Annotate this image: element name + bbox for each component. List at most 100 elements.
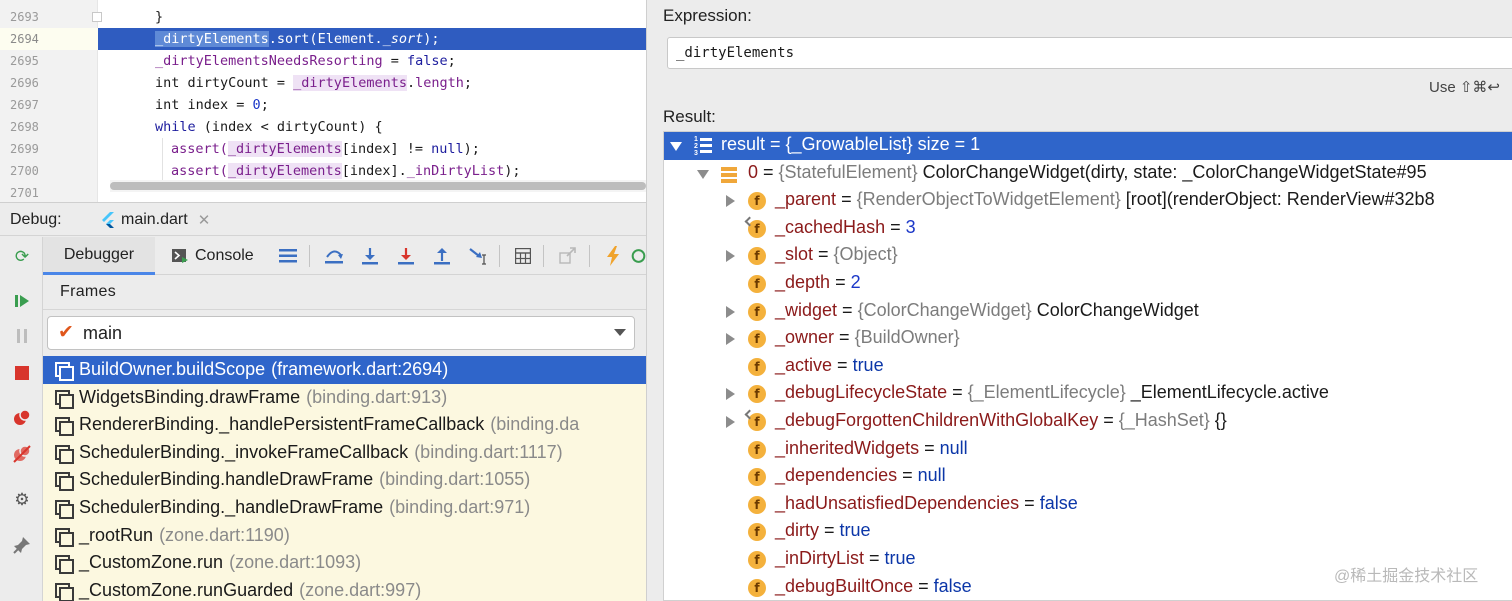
tree-node-part: =	[758, 161, 779, 182]
execution-point-line[interactable]: 2694 _dirtyElements.sort(Element._sort);	[0, 28, 646, 50]
stop-icon[interactable]	[10, 361, 34, 385]
code-line[interactable]: 2695 _dirtyElementsNeedsResorting = false…	[0, 50, 646, 72]
code-token: [index].	[341, 163, 407, 179]
code-text[interactable]: }	[155, 6, 163, 28]
code-line[interactable]: 2699 assert(_dirtyElements[index] != null…	[0, 138, 646, 160]
pin-tab-icon[interactable]	[10, 533, 34, 557]
thread-dropdown[interactable]: ✔ main	[47, 316, 635, 350]
field-icon: f	[748, 578, 766, 597]
code-text[interactable]: assert(_dirtyElements[index] != null);	[171, 138, 480, 160]
code-line[interactable]: 2698 while (index < dirtyCount) {	[0, 116, 646, 138]
chevron-right-icon[interactable]	[726, 305, 735, 318]
code-text[interactable]: while (index < dirtyCount) {	[155, 116, 383, 138]
stack-frame-icon	[55, 389, 74, 409]
step-over-icon[interactable]	[321, 243, 347, 269]
line-number[interactable]: 2695	[10, 50, 70, 72]
code-editor[interactable]: 2693} 2694 _dirtyElements.sort(Element._so…	[0, 0, 646, 202]
chevron-down-icon[interactable]	[697, 169, 709, 179]
expression-input[interactable]: _dirtyElements	[667, 37, 1512, 69]
hot-restart-icon[interactable]	[631, 243, 646, 269]
step-out-icon[interactable]	[429, 243, 455, 269]
frame-row[interactable]: _CustomZone.run (zone.dart:1093)	[43, 549, 646, 577]
tree-node[interactable]: f _debugLifecycleState = {_ElementLifecyc…	[664, 380, 1512, 408]
rerun-icon[interactable]: ⟳	[10, 245, 34, 269]
tree-node-selected[interactable]: 1 2 3 result = {_GrowableList} size = 1	[664, 132, 1512, 160]
frame-row[interactable]: _CustomZone.runGuarded (zone.dart:997)	[43, 577, 646, 601]
frame-row[interactable]: WidgetsBinding.drawFrame (binding.dart:91…	[43, 384, 646, 412]
tree-node[interactable]: f _slot = {Object}	[664, 242, 1512, 270]
code-token: _dirtyElements	[155, 31, 269, 47]
line-number[interactable]: 2693	[10, 6, 70, 28]
tree-node[interactable]: 0 = {StatefulElement} ColorChangeWidget(…	[664, 160, 1512, 188]
tree-node-part: _hadUnsatisfiedDependencies	[775, 492, 1020, 513]
chevron-down-icon[interactable]	[670, 142, 682, 151]
close-icon[interactable]: ✕	[198, 211, 211, 229]
step-into-icon[interactable]	[357, 243, 383, 269]
code-line[interactable]: 2696 int dirtyCount = _dirtyElements.leng…	[0, 72, 646, 94]
line-number[interactable]: 2701	[10, 182, 70, 202]
tree-node[interactable]: f _inheritedWidgets = null	[664, 436, 1512, 464]
line-number[interactable]: 2697	[10, 94, 70, 116]
chevron-right-icon[interactable]	[726, 388, 735, 401]
result-tree[interactable]: 1 2 3 result = {_GrowableList} size = 1 0 = …	[663, 131, 1512, 601]
code-line[interactable]: 2697 int index = 0;	[0, 94, 646, 116]
tree-node[interactable]: f _parent = {RenderObjectToWidgetElement}…	[664, 187, 1512, 215]
code-text[interactable]: assert(_dirtyElements[index]._inDirtyLis…	[171, 160, 521, 182]
code-line[interactable]: 2700 assert(_dirtyElements[index]._inDirt…	[0, 160, 646, 182]
line-number[interactable]: 2699	[10, 138, 70, 160]
code-text[interactable]: _dirtyElements.sort(Element._sort);	[155, 28, 440, 50]
frame-row[interactable]: SchedulerBinding._handleDrawFrame (bindin…	[43, 494, 646, 522]
pause-icon[interactable]	[10, 324, 34, 348]
tree-node[interactable]: f _owner = {BuildOwner}	[664, 325, 1512, 353]
line-number[interactable]: 2698	[10, 116, 70, 138]
scrollbar-thumb[interactable]	[110, 182, 646, 190]
frame-row-selected[interactable]: BuildOwner.buildScope (framework.dart:269…	[43, 356, 646, 384]
view-breakpoints-icon[interactable]	[10, 406, 34, 430]
resume-icon[interactable]	[10, 289, 34, 313]
debug-session-tab[interactable]: main.dart ✕	[95, 203, 218, 237]
tree-node-label: 0 = {StatefulElement} ColorChangeWidget(…	[748, 162, 1427, 183]
frame-row[interactable]: SchedulerBinding.handleDrawFrame (binding…	[43, 466, 646, 494]
force-step-into-icon[interactable]	[393, 243, 419, 269]
chevron-right-icon[interactable]	[726, 333, 735, 346]
tree-node[interactable]: f _widget = {ColorChangeWidget} ColorChan…	[664, 298, 1512, 326]
frame-method: WidgetsBinding.drawFrame	[79, 386, 301, 407]
evaluate-expression-icon[interactable]	[510, 243, 536, 269]
code-line[interactable]: 2693}	[0, 6, 646, 28]
layout-menu-icon[interactable]	[275, 243, 301, 269]
tree-node[interactable]: f _dirty = true	[664, 518, 1512, 546]
editor-horizontal-scrollbar[interactable]	[110, 180, 646, 192]
frames-list[interactable]: BuildOwner.buildScope (framework.dart:269…	[43, 356, 646, 601]
fold-marker-icon[interactable]	[92, 12, 102, 22]
code-text[interactable]: _dirtyElementsNeedsResorting = false;	[155, 50, 456, 72]
trace-current-stream-icon[interactable]	[555, 243, 581, 269]
chevron-down-icon[interactable]	[614, 329, 626, 336]
tree-node[interactable]: f _dependencies = null	[664, 463, 1512, 491]
code-token: length	[415, 75, 464, 91]
frame-row[interactable]: SchedulerBinding._invokeFrameCallback (bi…	[43, 439, 646, 467]
line-number[interactable]: 2696	[10, 72, 70, 94]
mute-breakpoints-icon[interactable]	[10, 442, 34, 466]
settings-gear-icon[interactable]: ⚙	[10, 488, 34, 512]
run-to-cursor-icon[interactable]	[465, 243, 491, 269]
frame-row[interactable]: _rootRun (zone.dart:1190)	[43, 522, 646, 550]
chevron-right-icon[interactable]	[726, 195, 735, 208]
tree-node[interactable]: f _active = true	[664, 353, 1512, 381]
tab-debugger[interactable]: Debugger	[43, 237, 155, 275]
tree-node[interactable]: f _depth = 2	[664, 270, 1512, 298]
line-number[interactable]: 2700	[10, 160, 70, 182]
tree-node[interactable]: f _hadUnsatisfiedDependencies = false	[664, 491, 1512, 519]
stack-frame-icon	[55, 527, 74, 547]
hot-reload-icon[interactable]	[600, 243, 626, 269]
code-text[interactable]: int dirtyCount = _dirtyElements.length;	[155, 72, 472, 94]
tree-node-part: true	[852, 354, 884, 375]
tab-console[interactable]: Console	[171, 237, 254, 275]
code-text[interactable]: int index = 0;	[155, 94, 269, 116]
tree-node[interactable]: f _debugForgottenChildrenWithGlobalKey = …	[664, 408, 1512, 436]
chevron-right-icon[interactable]	[726, 416, 735, 428]
code-token: }	[155, 9, 164, 25]
frame-row[interactable]: RendererBinding._handlePersistentFrameCa…	[43, 411, 646, 439]
chevron-right-icon[interactable]	[726, 250, 735, 263]
line-number[interactable]: 2694	[10, 28, 70, 50]
tree-node[interactable]: f _cachedHash = 3	[664, 215, 1512, 243]
